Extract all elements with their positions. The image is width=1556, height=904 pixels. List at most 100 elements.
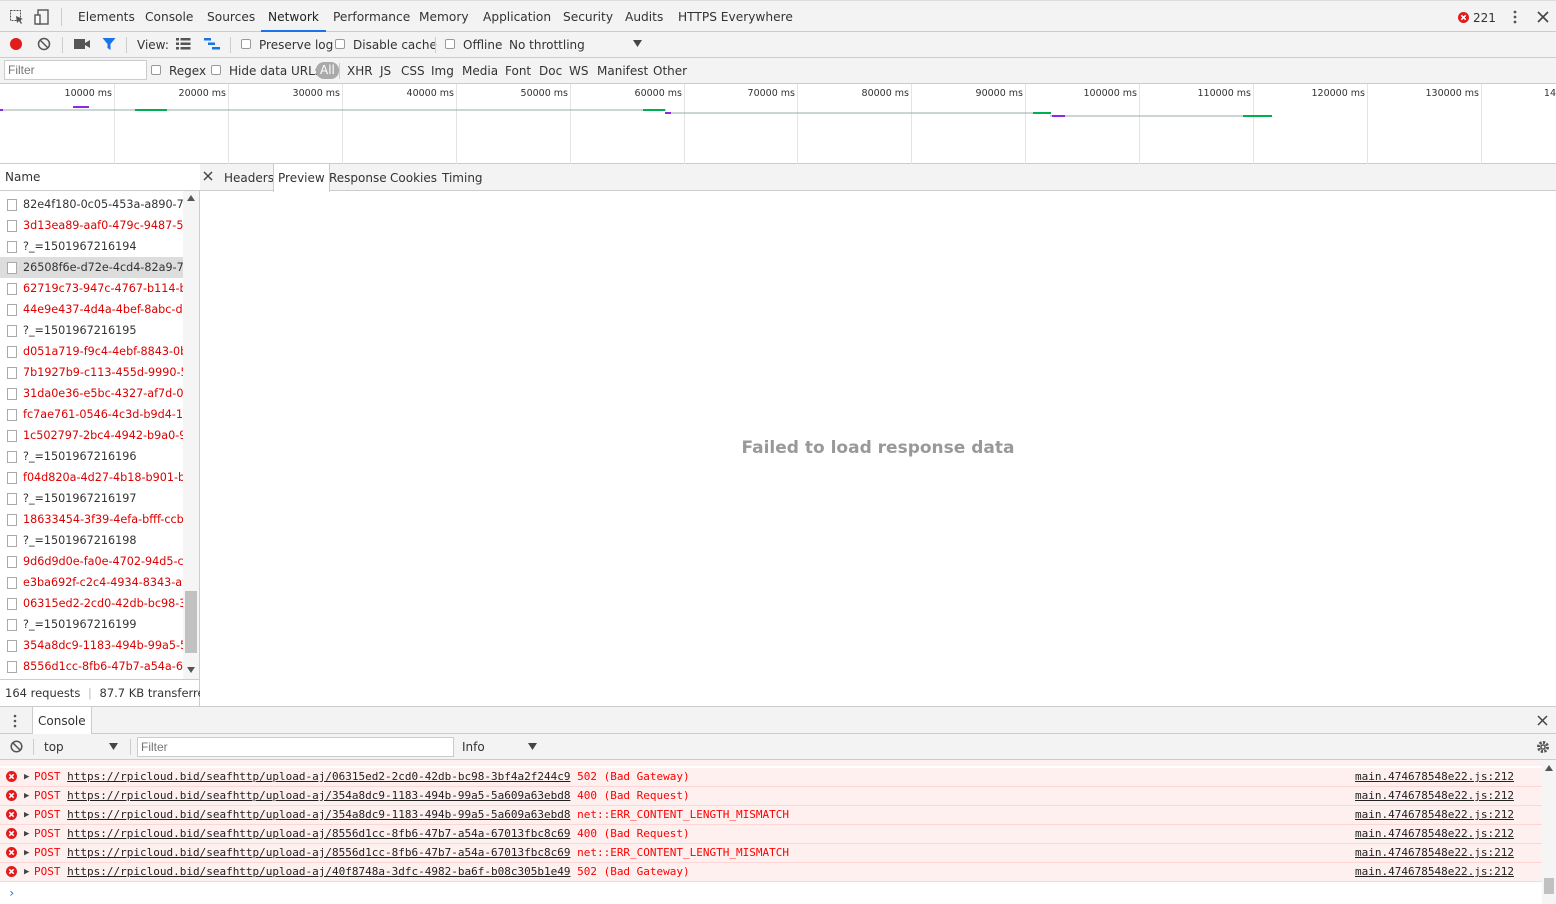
expand-triangle-icon[interactable]: ▶ xyxy=(24,806,29,824)
request-row[interactable]: 1c502797-2bc4-4942-b9a0-99... xyxy=(0,425,183,446)
throttling-select[interactable]: No throttling xyxy=(509,38,585,52)
filter-type-doc[interactable]: Doc xyxy=(539,64,562,78)
requests-scrollbar[interactable] xyxy=(183,191,199,679)
request-row[interactable]: ?_=1501967216197 xyxy=(0,488,183,509)
preserve-log-checkbox[interactable] xyxy=(241,39,251,49)
level-chevron-icon[interactable] xyxy=(528,743,537,750)
request-row[interactable]: 354a8dc9-1183-494b-99a5-5a... xyxy=(0,635,183,656)
console-error-message[interactable]: ▶ POST https://rpicloud.bid/seafhttp/uplo… xyxy=(0,787,1542,806)
request-row[interactable]: ?_=1501967216198 xyxy=(0,530,183,551)
filter-type-js[interactable]: JS xyxy=(380,64,391,78)
expand-triangle-icon[interactable]: ▶ xyxy=(24,768,29,786)
tab-headers[interactable]: Headers xyxy=(220,164,278,191)
preserve-log-label[interactable]: Preserve log xyxy=(259,38,333,52)
tab-memory[interactable]: Memory xyxy=(419,1,469,32)
request-row[interactable]: ?_=1501967216196 xyxy=(0,446,183,467)
console-error-message[interactable]: ▶ POST https://rpicloud.bid/seafhttp/uplo… xyxy=(0,806,1542,825)
console-scroll-thumb[interactable] xyxy=(1544,878,1554,894)
regex-label[interactable]: Regex xyxy=(169,64,206,78)
request-row[interactable]: 31da0e36-e5bc-4327-af7d-0a... xyxy=(0,383,183,404)
tab-network[interactable]: Network xyxy=(261,1,326,32)
expand-triangle-icon[interactable]: ▶ xyxy=(24,863,29,881)
waterfall-view-icon[interactable] xyxy=(204,38,220,50)
tab-security[interactable]: Security xyxy=(563,1,613,32)
request-row[interactable]: fc7ae761-0546-4c3d-b9d4-11... xyxy=(0,404,183,425)
tab-audits[interactable]: Audits xyxy=(625,1,663,32)
tab-performance[interactable]: Performance xyxy=(333,1,410,32)
request-row[interactable]: 62719c73-947c-4767-b114-b3... xyxy=(0,278,183,299)
large-rows-icon[interactable] xyxy=(176,38,191,50)
regex-checkbox[interactable] xyxy=(151,65,161,75)
tab-timing[interactable]: Timing xyxy=(438,164,487,191)
expand-triangle-icon[interactable]: ▶ xyxy=(24,844,29,862)
drawer-tab-console[interactable]: Console xyxy=(32,707,92,735)
tab-elements[interactable]: Elements xyxy=(78,1,135,32)
filter-type-other[interactable]: Other xyxy=(653,64,687,78)
tab-sources[interactable]: Sources xyxy=(207,1,255,32)
disable-cache-label[interactable]: Disable cache xyxy=(353,38,437,52)
request-row[interactable]: ?_=1501967216194 xyxy=(0,236,183,257)
tab-https-everywhere[interactable]: HTTPS Everywhere xyxy=(678,1,793,32)
request-row[interactable]: 9d6d9d0e-fa0e-4702-94d5-c6... xyxy=(0,551,183,572)
console-error-message[interactable]: ▶ POST https://rpicloud.bid/seafhttp/uplo… xyxy=(0,844,1542,863)
scrollbar-thumb[interactable] xyxy=(185,591,197,653)
drawer-menu-icon[interactable] xyxy=(10,714,20,728)
tab-console[interactable]: Console xyxy=(145,1,193,32)
chevron-down-icon[interactable] xyxy=(633,40,642,47)
request-url-link[interactable]: https://rpicloud.bid/seafhttp/upload-aj/… xyxy=(67,827,570,840)
context-select[interactable]: top xyxy=(44,740,64,754)
request-row[interactable]: 44e9e437-4d4a-4bef-8abc-db... xyxy=(0,299,183,320)
hide-data-urls-label[interactable]: Hide data URLs xyxy=(229,64,321,78)
tab-application[interactable]: Application xyxy=(483,1,551,32)
disable-cache-checkbox[interactable] xyxy=(335,39,345,49)
close-detail-icon[interactable] xyxy=(203,171,213,181)
close-devtools-icon[interactable] xyxy=(1537,11,1549,23)
request-url-link[interactable]: https://rpicloud.bid/seafhttp/upload-aj/… xyxy=(67,808,570,821)
error-count[interactable]: 221 xyxy=(1473,11,1496,25)
request-row[interactable]: 82e4f180-0c05-453a-a890-72... xyxy=(0,194,183,215)
context-chevron-icon[interactable] xyxy=(109,743,118,750)
console-scroll-up-icon[interactable] xyxy=(1545,765,1553,771)
offline-label[interactable]: Offline xyxy=(463,38,502,52)
request-row[interactable]: 8556d1cc-8fb6-47b7-a54a-67... xyxy=(0,656,183,677)
more-options-icon[interactable] xyxy=(1508,10,1522,24)
filter-type-css[interactable]: CSS xyxy=(401,64,425,78)
console-settings-gear-icon[interactable] xyxy=(1536,740,1550,754)
name-column-header[interactable]: Name xyxy=(0,164,200,191)
capture-screenshots-icon[interactable] xyxy=(74,38,90,50)
request-row[interactable]: 18633454-3f39-4efa-bfff-ccb5... xyxy=(0,509,183,530)
request-row[interactable]: ?_=1501967216199 xyxy=(0,614,183,635)
filter-type-manifest[interactable]: Manifest xyxy=(597,64,648,78)
scroll-down-icon[interactable] xyxy=(187,667,195,673)
expand-triangle-icon[interactable]: ▶ xyxy=(24,825,29,843)
record-icon[interactable] xyxy=(9,37,23,51)
filter-input[interactable] xyxy=(4,60,147,80)
filter-type-all[interactable]: All xyxy=(316,62,339,79)
filter-type-font[interactable]: Font xyxy=(505,64,531,78)
source-link[interactable]: main.474678548e22.js:212 xyxy=(1355,806,1514,824)
request-url-link[interactable]: https://rpicloud.bid/seafhttp/upload-aj/… xyxy=(67,865,570,878)
filter-icon[interactable] xyxy=(102,37,116,51)
log-level-select[interactable]: Info xyxy=(462,740,485,754)
tab-cookies[interactable]: Cookies xyxy=(386,164,441,191)
offline-checkbox[interactable] xyxy=(445,39,455,49)
request-row[interactable]: 3d13ea89-aaf0-479c-9487-5d... xyxy=(0,215,183,236)
source-link[interactable]: main.474678548e22.js:212 xyxy=(1355,825,1514,843)
tab-preview[interactable]: Preview xyxy=(273,164,330,192)
source-link[interactable]: main.474678548e22.js:212 xyxy=(1355,768,1514,786)
request-row[interactable]: e3ba692f-c2c4-4934-8343-a9... xyxy=(0,572,183,593)
console-error-message[interactable]: ▶ POST https://rpicloud.bid/seafhttp/uplo… xyxy=(0,863,1542,882)
request-row[interactable]: 7b1927b9-c113-455d-9990-52... xyxy=(0,362,183,383)
clear-icon[interactable] xyxy=(37,37,51,51)
source-link[interactable]: main.474678548e22.js:212 xyxy=(1355,863,1514,881)
request-url-link[interactable]: https://rpicloud.bid/seafhttp/upload-aj/… xyxy=(67,846,570,859)
filter-type-media[interactable]: Media xyxy=(462,64,498,78)
filter-type-xhr[interactable]: XHR xyxy=(347,64,373,78)
source-link[interactable]: main.474678548e22.js:212 xyxy=(1355,787,1514,805)
request-url-link[interactable]: https://rpicloud.bid/seafhttp/upload-aj/… xyxy=(67,789,570,802)
console-filter-input[interactable] xyxy=(137,737,454,757)
console-scrollbar[interactable] xyxy=(1542,760,1556,904)
expand-triangle-icon[interactable]: ▶ xyxy=(24,787,29,805)
request-url-link[interactable]: https://rpicloud.bid/seafhttp/upload-aj/… xyxy=(67,770,570,783)
device-toolbar-icon[interactable] xyxy=(34,9,50,25)
